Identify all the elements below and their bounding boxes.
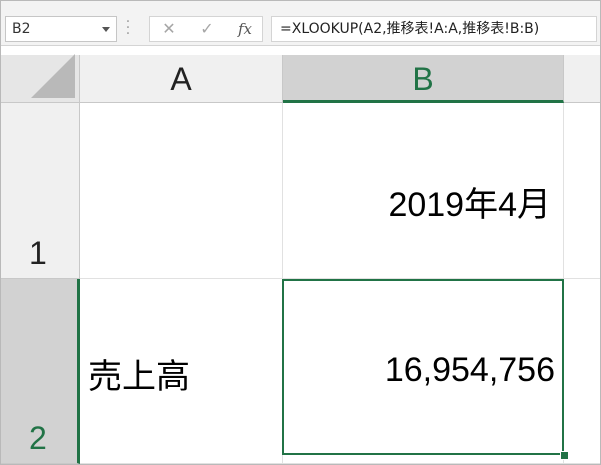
select-all-corner[interactable]	[1, 54, 80, 103]
cell-b1-value: 2019年4月	[388, 186, 551, 224]
row-header-1[interactable]: 1	[1, 103, 80, 279]
cell-b1[interactable]: 2019年4月	[283, 103, 564, 279]
insert-function-icon[interactable]: fx	[230, 17, 260, 41]
cell-c1[interactable]	[564, 103, 600, 279]
select-all-triangle-icon	[31, 54, 75, 98]
formula-bar: B2 · · · ✕ ✓ fx =XLOOKUP(A2,推移表!A:A,推移表!B:…	[1, 1, 600, 46]
column-header-a[interactable]: A	[80, 55, 283, 103]
row-header-2-label: 2	[29, 420, 47, 456]
formula-buttons: ✕ ✓ fx	[149, 16, 263, 42]
column-header-c[interactable]	[564, 55, 600, 103]
row-header-2[interactable]: 2	[1, 279, 80, 464]
more-options-icon[interactable]: · · ·	[125, 15, 131, 41]
name-box-value: B2	[12, 21, 31, 37]
active-cell-border	[282, 279, 564, 455]
row-header-1-label: 1	[29, 235, 47, 271]
cancel-icon[interactable]: ✕	[154, 17, 184, 41]
fill-handle[interactable]	[560, 451, 569, 460]
cell-a1[interactable]	[80, 103, 283, 279]
chevron-down-icon[interactable]	[102, 27, 110, 32]
cell-c2[interactable]	[564, 279, 600, 464]
formula-input[interactable]: =XLOOKUP(A2,推移表!A:A,推移表!B:B)	[271, 16, 597, 42]
column-header-b[interactable]: B	[283, 55, 564, 103]
enter-icon[interactable]: ✓	[192, 17, 222, 41]
spreadsheet-window: B2 · · · ✕ ✓ fx =XLOOKUP(A2,推移表!A:A,推移表!B:…	[0, 0, 601, 465]
cell-a2-value: 売上高	[88, 358, 190, 396]
name-box[interactable]: B2	[5, 16, 117, 42]
cell-a2[interactable]: 売上高	[80, 279, 283, 464]
